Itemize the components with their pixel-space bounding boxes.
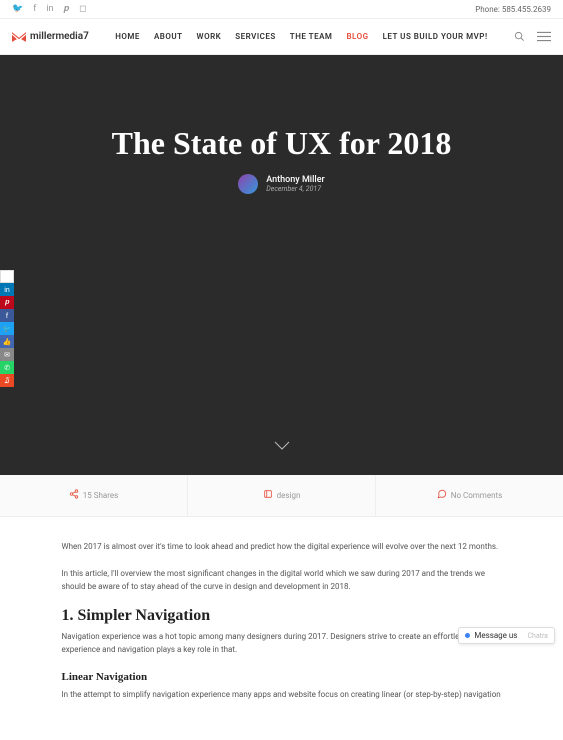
- hero: The State of UX for 2018 Anthony Miller …: [0, 55, 563, 475]
- publish-date: December 4, 2017: [266, 185, 324, 193]
- share-whatsapp-icon[interactable]: ✆: [0, 361, 14, 374]
- comments-label: No Comments: [451, 491, 502, 500]
- author-name[interactable]: Anthony Miller: [266, 175, 324, 185]
- nav-right: [514, 27, 551, 46]
- share-stumble-icon[interactable]: ໓: [0, 374, 14, 387]
- chat-status-icon: [465, 633, 470, 638]
- share-pinterest-icon[interactable]: 𝒑: [0, 296, 14, 309]
- meta-comments[interactable]: No Comments: [376, 475, 563, 516]
- hamburger-icon[interactable]: [537, 27, 551, 46]
- nav-cta[interactable]: LET US BUILD YOUR MVP!: [383, 32, 488, 41]
- facebook-icon[interactable]: f: [33, 4, 36, 14]
- article-content: When 2017 is almost over it's time to lo…: [42, 517, 522, 740]
- share-count: 43 Shares: [0, 270, 14, 283]
- share-linkedin-icon[interactable]: in: [0, 283, 14, 296]
- chat-widget[interactable]: Message us Chatra: [458, 627, 555, 644]
- chat-label: Message us: [474, 631, 517, 640]
- topbar: 🐦 f in 𝒑 ◻ Phone: 585.455.2639: [0, 0, 563, 19]
- nav-menu: HOME ABOUT WORK SERVICES THE TEAM BLOG L…: [115, 32, 487, 41]
- share-sidebar: 43 Shares in 𝒑 f 🐦 👍 ✉ ✆ ໓: [0, 270, 14, 387]
- nav-about[interactable]: ABOUT: [154, 32, 183, 41]
- navbar: millermedia7 HOME ABOUT WORK SERVICES TH…: [0, 19, 563, 55]
- scroll-down-icon[interactable]: [274, 439, 290, 455]
- paragraph: When 2017 is almost over it's time to lo…: [62, 541, 502, 554]
- logo-text: millermedia7: [30, 31, 89, 42]
- meta-bar: 15 Shares design No Comments: [0, 475, 563, 517]
- author-block: Anthony Miller December 4, 2017: [20, 174, 543, 194]
- instagram-icon[interactable]: ◻: [79, 4, 86, 14]
- category-icon: [263, 489, 273, 502]
- shares-label: 15 Shares: [83, 491, 119, 500]
- author-info: Anthony Miller December 4, 2017: [266, 175, 324, 193]
- nav-services[interactable]: SERVICES: [235, 32, 276, 41]
- page-title: The State of UX for 2018: [20, 125, 543, 162]
- search-icon[interactable]: [514, 27, 525, 46]
- twitter-icon[interactable]: 🐦: [12, 4, 23, 14]
- topbar-social: 🐦 f in 𝒑 ◻: [12, 4, 87, 14]
- chat-brand: Chatra: [527, 632, 548, 640]
- logo-icon: [12, 32, 26, 42]
- paragraph: Navigation experience was a hot topic am…: [62, 631, 502, 657]
- heading-3: Linear Navigation: [62, 671, 502, 683]
- category-label: design: [277, 491, 301, 500]
- share-email-icon[interactable]: ✉: [0, 348, 14, 361]
- comment-icon: [437, 489, 447, 502]
- meta-shares[interactable]: 15 Shares: [0, 475, 188, 516]
- phone-number: Phone: 585.455.2639: [475, 5, 551, 14]
- pinterest-icon[interactable]: 𝒑: [64, 4, 70, 14]
- logo[interactable]: millermedia7: [12, 31, 89, 42]
- nav-work[interactable]: WORK: [197, 32, 222, 41]
- paragraph: In the attempt to simplify navigation ex…: [62, 689, 502, 702]
- nav-blog[interactable]: BLOG: [346, 32, 368, 41]
- meta-category[interactable]: design: [188, 475, 376, 516]
- linkedin-icon[interactable]: in: [46, 4, 53, 14]
- share-count-label: Shares: [1, 278, 13, 282]
- avatar: [238, 174, 258, 194]
- share-icon: [69, 489, 79, 502]
- share-like-icon[interactable]: 👍: [0, 335, 14, 348]
- paragraph: In this article, I'll overview the most …: [62, 568, 502, 594]
- heading-2: 1. Simpler Navigation: [62, 607, 502, 625]
- nav-team[interactable]: THE TEAM: [290, 32, 333, 41]
- share-twitter-icon[interactable]: 🐦: [0, 322, 14, 335]
- nav-home[interactable]: HOME: [115, 32, 140, 41]
- share-facebook-icon[interactable]: f: [0, 309, 14, 322]
